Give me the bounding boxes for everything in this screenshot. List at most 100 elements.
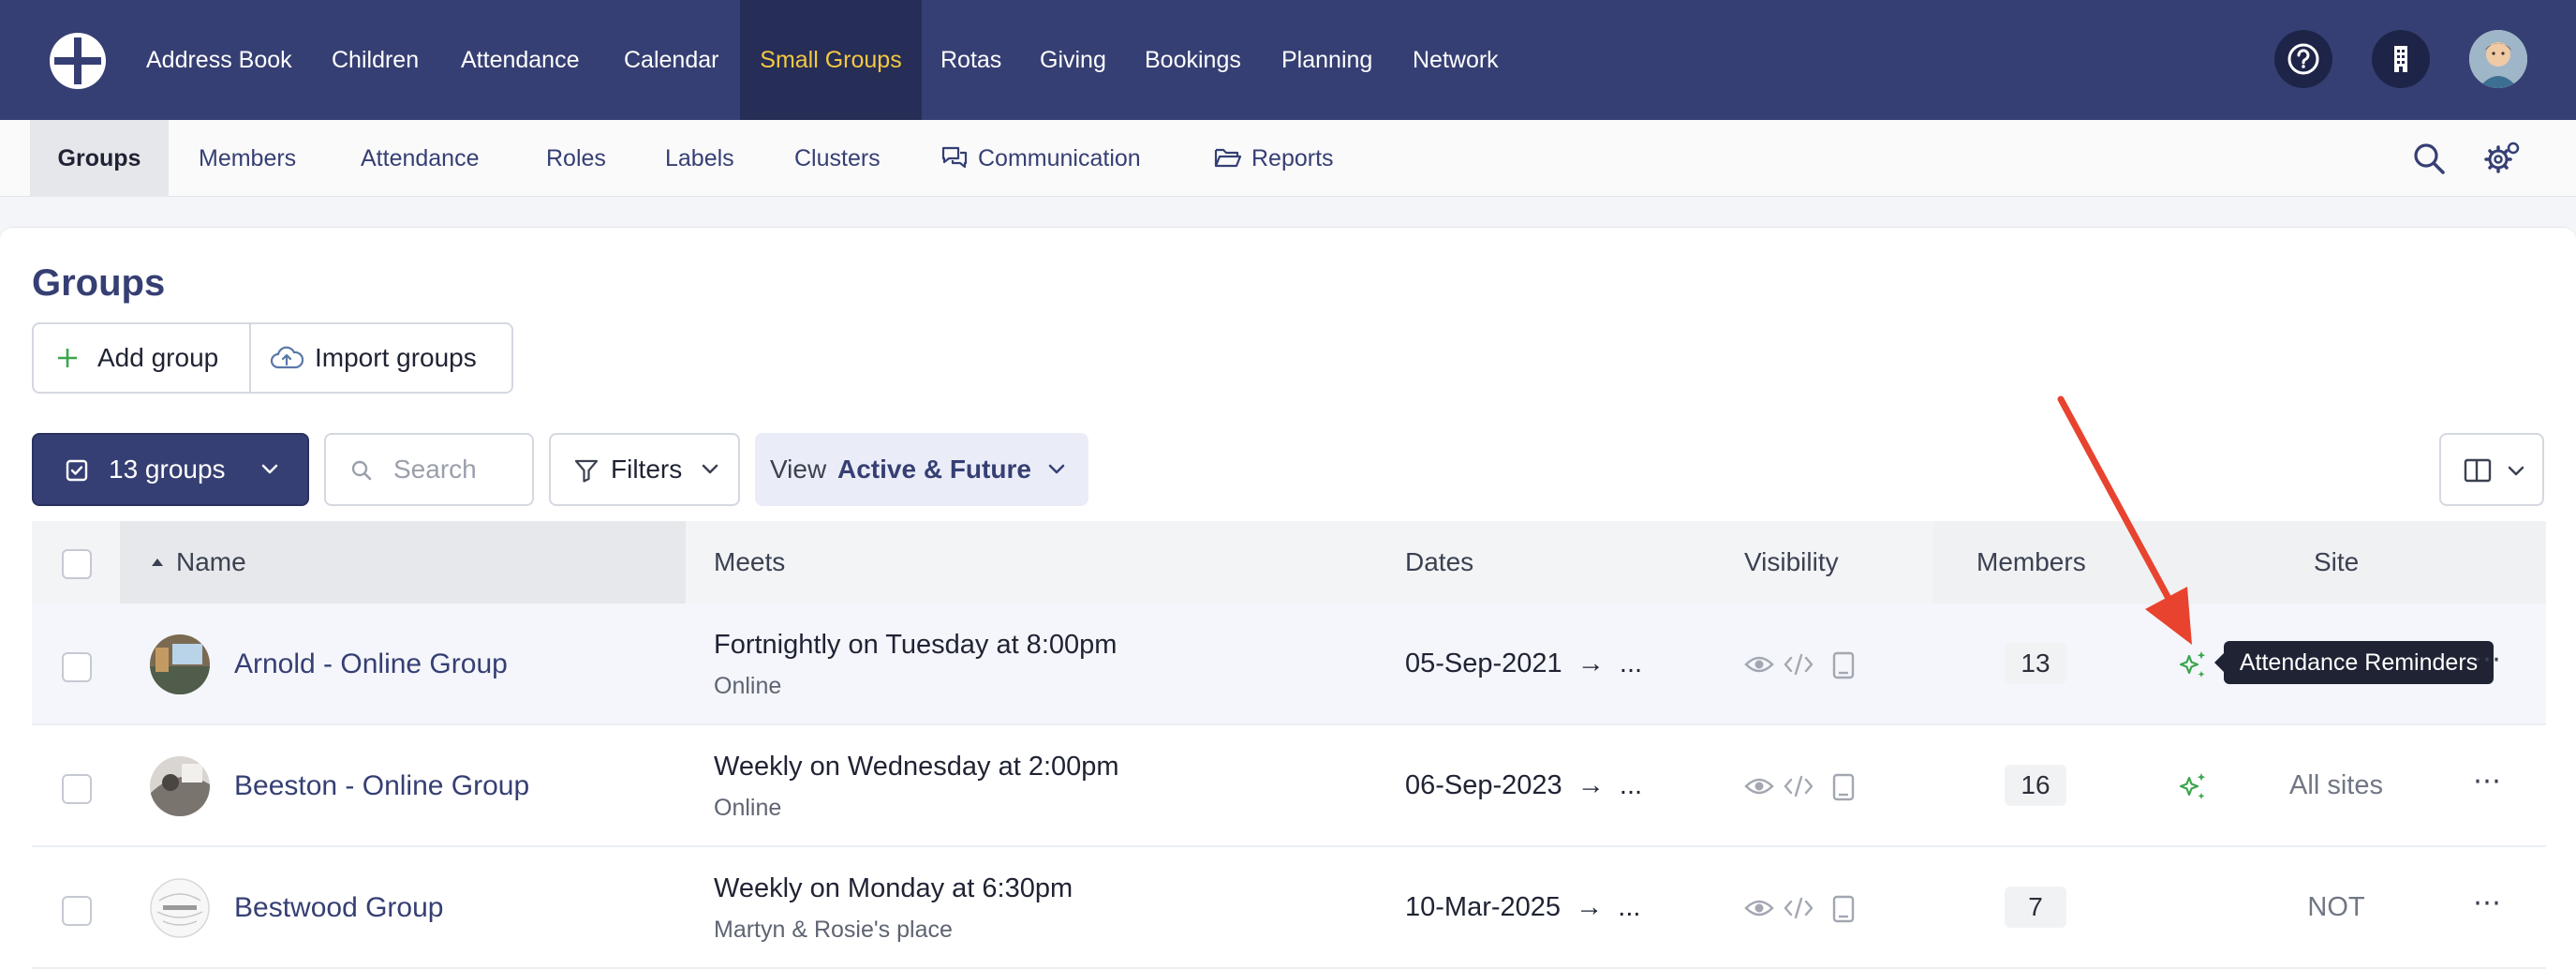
nav-giving[interactable]: Giving bbox=[1040, 0, 1106, 120]
selection-dropdown[interactable]: 13 groups bbox=[32, 433, 309, 506]
import-groups-button[interactable]: Import groups bbox=[251, 324, 511, 392]
filters-dropdown[interactable]: Filters bbox=[549, 433, 740, 506]
end-date: ... bbox=[1619, 648, 1643, 678]
view-label: View bbox=[770, 455, 827, 484]
group-dates: 06-Sep-2023 → ... bbox=[1405, 770, 1643, 800]
folder-open-icon bbox=[1214, 149, 1242, 168]
group-site: All sites bbox=[2289, 770, 2383, 800]
nav-bookings[interactable]: Bookings bbox=[1145, 0, 1241, 120]
visibility-icons bbox=[1744, 895, 1855, 923]
group-site: NOT bbox=[2307, 892, 2365, 922]
filters-label: Filters bbox=[611, 455, 683, 484]
nav-address-book[interactable]: Address Book bbox=[146, 0, 292, 120]
members-count-badge: 7 bbox=[2005, 887, 2066, 928]
nav-network[interactable]: Network bbox=[1413, 0, 1499, 120]
search-icon[interactable] bbox=[2409, 139, 2449, 178]
help-icon bbox=[2287, 43, 2319, 75]
sparkles-icon[interactable] bbox=[2177, 648, 2209, 680]
group-logo-icon bbox=[150, 878, 210, 938]
row-checkbox[interactable] bbox=[62, 896, 92, 926]
group-avatar bbox=[150, 878, 210, 938]
tablet-icon bbox=[1832, 773, 1855, 801]
columns-icon bbox=[2464, 458, 2492, 483]
sort-ascending-icon[interactable] bbox=[150, 557, 165, 568]
columns-toggle-button[interactable] bbox=[2439, 433, 2544, 506]
group-dates: 10-Mar-2025 → ... bbox=[1405, 892, 1641, 922]
header-site[interactable]: Site bbox=[2314, 521, 2359, 604]
organisation-button[interactable] bbox=[2372, 30, 2430, 88]
subnav-reports-label: Reports bbox=[1251, 145, 1334, 171]
subnav-roles[interactable]: Roles bbox=[546, 120, 606, 197]
code-embed-icon bbox=[1784, 775, 1814, 798]
row-checkbox[interactable] bbox=[62, 652, 92, 682]
settings-gears-icon[interactable] bbox=[2482, 139, 2522, 178]
tablet-icon bbox=[1832, 651, 1855, 679]
end-date: ... bbox=[1619, 770, 1643, 800]
header-meets[interactable]: Meets bbox=[714, 521, 785, 604]
subnav-members[interactable]: Members bbox=[199, 120, 296, 197]
search-field[interactable] bbox=[324, 433, 534, 506]
subnav-attendance[interactable]: Attendance bbox=[361, 120, 480, 197]
top-navigation: Address Book Children Attendance Calenda… bbox=[0, 0, 2576, 120]
eye-icon bbox=[1744, 656, 1774, 673]
subnav-communication-label: Communication bbox=[978, 145, 1141, 171]
group-meets: Weekly on Monday at 6:30pm bbox=[714, 873, 1073, 903]
end-date: ... bbox=[1618, 892, 1641, 922]
group-avatar bbox=[150, 756, 210, 816]
nav-calendar[interactable]: Calendar bbox=[624, 0, 718, 120]
visibility-icons bbox=[1744, 773, 1855, 801]
group-name-link[interactable]: Bestwood Group bbox=[234, 892, 443, 924]
nav-planning[interactable]: Planning bbox=[1281, 0, 1372, 120]
nav-attendance[interactable]: Attendance bbox=[461, 0, 580, 120]
group-dates: 05-Sep-2021 → ... bbox=[1405, 648, 1643, 678]
row-more-button[interactable]: ⋯ bbox=[2473, 887, 2502, 919]
header-dates[interactable]: Dates bbox=[1405, 521, 1473, 604]
nav-small-groups[interactable]: Small Groups bbox=[740, 0, 922, 120]
plus-icon bbox=[58, 349, 77, 367]
row-checkbox[interactable] bbox=[62, 774, 92, 804]
group-name-link[interactable]: Arnold - Online Group bbox=[234, 648, 508, 680]
code-embed-icon bbox=[1784, 653, 1814, 676]
members-count-badge: 16 bbox=[2005, 765, 2066, 806]
start-date: 06-Sep-2023 bbox=[1405, 770, 1562, 800]
header-name[interactable]: Name bbox=[176, 521, 246, 604]
nav-rotas[interactable]: Rotas bbox=[940, 0, 1001, 120]
members-count-badge: 13 bbox=[2005, 643, 2066, 684]
group-name-link[interactable]: Beeston - Online Group bbox=[234, 770, 529, 802]
attendance-reminders-tooltip: Attendance Reminders bbox=[2214, 641, 2494, 684]
start-date: 05-Sep-2021 bbox=[1405, 648, 1562, 678]
view-value: Active & Future bbox=[837, 455, 1031, 484]
select-all-checkbox[interactable] bbox=[62, 549, 92, 579]
chevron-down-icon bbox=[2508, 466, 2524, 476]
subnav-groups[interactable]: Groups bbox=[30, 120, 169, 197]
app-logo-icon[interactable] bbox=[47, 30, 109, 92]
building-icon bbox=[2394, 46, 2407, 72]
group-photo-icon bbox=[150, 756, 210, 816]
subnav-clusters[interactable]: Clusters bbox=[794, 120, 881, 197]
search-input[interactable] bbox=[393, 452, 525, 487]
add-group-button[interactable]: Add group bbox=[34, 324, 247, 392]
row-more-button[interactable]: ⋯ bbox=[2473, 765, 2502, 798]
group-photo-icon bbox=[150, 634, 210, 694]
search-icon bbox=[351, 460, 372, 481]
tablet-icon bbox=[1832, 895, 1855, 923]
view-dropdown[interactable]: View Active & Future bbox=[755, 433, 1088, 506]
add-group-label: Add group bbox=[97, 343, 219, 372]
sparkles-icon[interactable] bbox=[2177, 770, 2209, 802]
checkbox-checked-icon bbox=[66, 459, 88, 482]
nav-children[interactable]: Children bbox=[332, 0, 419, 120]
header-members[interactable]: Members bbox=[1976, 521, 2086, 604]
subnav-reports[interactable]: Reports bbox=[1214, 120, 1334, 197]
row-more-button[interactable]: ⋯ bbox=[2473, 643, 2502, 676]
chevron-down-icon bbox=[1048, 464, 1065, 474]
subnav-communication[interactable]: Communication bbox=[940, 120, 1141, 197]
help-button[interactable] bbox=[2274, 30, 2332, 88]
subnav-labels[interactable]: Labels bbox=[665, 120, 734, 197]
eye-icon bbox=[1744, 900, 1774, 917]
group-avatar bbox=[150, 634, 210, 694]
visibility-icons bbox=[1744, 651, 1855, 679]
eye-icon bbox=[1744, 778, 1774, 795]
user-avatar[interactable] bbox=[2469, 30, 2527, 88]
chat-bubbles-icon bbox=[941, 147, 968, 169]
group-meets: Fortnightly on Tuesday at 8:00pm bbox=[714, 630, 1118, 660]
